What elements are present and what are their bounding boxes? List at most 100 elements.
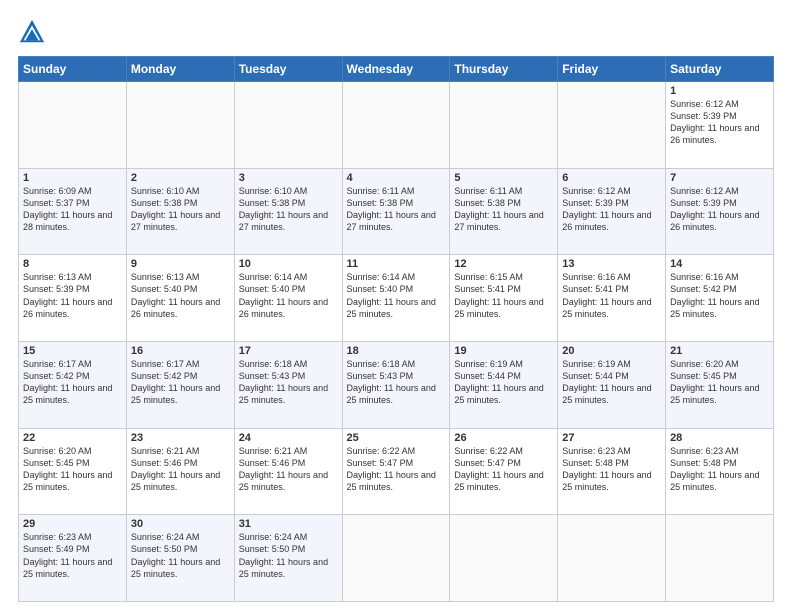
day-number: 8 xyxy=(23,258,122,270)
calendar-cell xyxy=(342,82,450,169)
calendar-cell: 24Sunrise: 6:21 AMSunset: 5:46 PMDayligh… xyxy=(234,428,342,515)
calendar-cell xyxy=(126,82,234,169)
day-number: 21 xyxy=(670,345,769,357)
day-info: Sunrise: 6:14 AMSunset: 5:40 PMDaylight:… xyxy=(347,271,446,320)
day-number: 6 xyxy=(562,172,661,184)
calendar-day-header: Wednesday xyxy=(342,57,450,82)
calendar-cell: 18Sunrise: 6:18 AMSunset: 5:43 PMDayligh… xyxy=(342,341,450,428)
calendar-cell: 12Sunrise: 6:15 AMSunset: 5:41 PMDayligh… xyxy=(450,255,558,342)
calendar-cell: 8Sunrise: 6:13 AMSunset: 5:39 PMDaylight… xyxy=(19,255,127,342)
calendar-day-header: Sunday xyxy=(19,57,127,82)
calendar-cell xyxy=(558,515,666,602)
calendar-week-row: 8Sunrise: 6:13 AMSunset: 5:39 PMDaylight… xyxy=(19,255,774,342)
day-number: 3 xyxy=(239,172,338,184)
calendar-cell xyxy=(19,82,127,169)
calendar-cell: 17Sunrise: 6:18 AMSunset: 5:43 PMDayligh… xyxy=(234,341,342,428)
day-number: 15 xyxy=(23,345,122,357)
day-info: Sunrise: 6:10 AMSunset: 5:38 PMDaylight:… xyxy=(239,185,338,234)
day-number: 26 xyxy=(454,432,553,444)
day-number: 10 xyxy=(239,258,338,270)
day-number: 19 xyxy=(454,345,553,357)
calendar-day-header: Tuesday xyxy=(234,57,342,82)
calendar-cell: 2Sunrise: 6:10 AMSunset: 5:38 PMDaylight… xyxy=(126,168,234,255)
calendar-cell xyxy=(342,515,450,602)
day-info: Sunrise: 6:15 AMSunset: 5:41 PMDaylight:… xyxy=(454,271,553,320)
day-info: Sunrise: 6:14 AMSunset: 5:40 PMDaylight:… xyxy=(239,271,338,320)
day-number: 17 xyxy=(239,345,338,357)
day-info: Sunrise: 6:18 AMSunset: 5:43 PMDaylight:… xyxy=(239,358,338,407)
day-info: Sunrise: 6:20 AMSunset: 5:45 PMDaylight:… xyxy=(23,445,122,494)
calendar-day-header: Monday xyxy=(126,57,234,82)
calendar-cell: 6Sunrise: 6:12 AMSunset: 5:39 PMDaylight… xyxy=(558,168,666,255)
day-info: Sunrise: 6:21 AMSunset: 5:46 PMDaylight:… xyxy=(239,445,338,494)
day-info: Sunrise: 6:16 AMSunset: 5:41 PMDaylight:… xyxy=(562,271,661,320)
day-number: 20 xyxy=(562,345,661,357)
day-info: Sunrise: 6:11 AMSunset: 5:38 PMDaylight:… xyxy=(347,185,446,234)
calendar-cell: 16Sunrise: 6:17 AMSunset: 5:42 PMDayligh… xyxy=(126,341,234,428)
day-number: 24 xyxy=(239,432,338,444)
day-info: Sunrise: 6:20 AMSunset: 5:45 PMDaylight:… xyxy=(670,358,769,407)
day-info: Sunrise: 6:17 AMSunset: 5:42 PMDaylight:… xyxy=(131,358,230,407)
calendar-cell: 11Sunrise: 6:14 AMSunset: 5:40 PMDayligh… xyxy=(342,255,450,342)
calendar-day-header: Friday xyxy=(558,57,666,82)
day-info: Sunrise: 6:22 AMSunset: 5:47 PMDaylight:… xyxy=(347,445,446,494)
calendar-cell: 1Sunrise: 6:09 AMSunset: 5:37 PMDaylight… xyxy=(19,168,127,255)
header xyxy=(18,18,774,46)
day-number: 2 xyxy=(131,172,230,184)
calendar-cell: 15Sunrise: 6:17 AMSunset: 5:42 PMDayligh… xyxy=(19,341,127,428)
calendar-week-row: 1Sunrise: 6:12 AMSunset: 5:39 PMDaylight… xyxy=(19,82,774,169)
calendar-day-header: Thursday xyxy=(450,57,558,82)
calendar-cell: 1Sunrise: 6:12 AMSunset: 5:39 PMDaylight… xyxy=(666,82,774,169)
day-info: Sunrise: 6:22 AMSunset: 5:47 PMDaylight:… xyxy=(454,445,553,494)
calendar-cell: 10Sunrise: 6:14 AMSunset: 5:40 PMDayligh… xyxy=(234,255,342,342)
day-info: Sunrise: 6:12 AMSunset: 5:39 PMDaylight:… xyxy=(670,98,769,147)
calendar-cell: 28Sunrise: 6:23 AMSunset: 5:48 PMDayligh… xyxy=(666,428,774,515)
calendar-cell: 25Sunrise: 6:22 AMSunset: 5:47 PMDayligh… xyxy=(342,428,450,515)
calendar-cell: 5Sunrise: 6:11 AMSunset: 5:38 PMDaylight… xyxy=(450,168,558,255)
day-number: 5 xyxy=(454,172,553,184)
day-info: Sunrise: 6:21 AMSunset: 5:46 PMDaylight:… xyxy=(131,445,230,494)
day-number: 7 xyxy=(670,172,769,184)
day-number: 1 xyxy=(670,85,769,97)
day-info: Sunrise: 6:13 AMSunset: 5:39 PMDaylight:… xyxy=(23,271,122,320)
calendar-week-row: 22Sunrise: 6:20 AMSunset: 5:45 PMDayligh… xyxy=(19,428,774,515)
calendar-cell: 14Sunrise: 6:16 AMSunset: 5:42 PMDayligh… xyxy=(666,255,774,342)
calendar-cell: 21Sunrise: 6:20 AMSunset: 5:45 PMDayligh… xyxy=(666,341,774,428)
day-number: 25 xyxy=(347,432,446,444)
calendar-cell: 7Sunrise: 6:12 AMSunset: 5:39 PMDaylight… xyxy=(666,168,774,255)
day-number: 27 xyxy=(562,432,661,444)
day-info: Sunrise: 6:23 AMSunset: 5:48 PMDaylight:… xyxy=(670,445,769,494)
calendar-cell: 29Sunrise: 6:23 AMSunset: 5:49 PMDayligh… xyxy=(19,515,127,602)
day-number: 11 xyxy=(347,258,446,270)
calendar-cell xyxy=(558,82,666,169)
day-number: 12 xyxy=(454,258,553,270)
day-number: 16 xyxy=(131,345,230,357)
day-info: Sunrise: 6:17 AMSunset: 5:42 PMDaylight:… xyxy=(23,358,122,407)
day-number: 9 xyxy=(131,258,230,270)
day-info: Sunrise: 6:13 AMSunset: 5:40 PMDaylight:… xyxy=(131,271,230,320)
calendar-cell: 31Sunrise: 6:24 AMSunset: 5:50 PMDayligh… xyxy=(234,515,342,602)
day-info: Sunrise: 6:19 AMSunset: 5:44 PMDaylight:… xyxy=(562,358,661,407)
calendar-week-row: 1Sunrise: 6:09 AMSunset: 5:37 PMDaylight… xyxy=(19,168,774,255)
calendar-table: SundayMondayTuesdayWednesdayThursdayFrid… xyxy=(18,56,774,602)
day-number: 29 xyxy=(23,518,122,530)
day-info: Sunrise: 6:12 AMSunset: 5:39 PMDaylight:… xyxy=(670,185,769,234)
calendar-week-row: 29Sunrise: 6:23 AMSunset: 5:49 PMDayligh… xyxy=(19,515,774,602)
day-number: 23 xyxy=(131,432,230,444)
day-info: Sunrise: 6:18 AMSunset: 5:43 PMDaylight:… xyxy=(347,358,446,407)
calendar-cell: 20Sunrise: 6:19 AMSunset: 5:44 PMDayligh… xyxy=(558,341,666,428)
calendar-cell xyxy=(450,515,558,602)
calendar-cell: 3Sunrise: 6:10 AMSunset: 5:38 PMDaylight… xyxy=(234,168,342,255)
calendar-cell: 30Sunrise: 6:24 AMSunset: 5:50 PMDayligh… xyxy=(126,515,234,602)
day-number: 14 xyxy=(670,258,769,270)
day-info: Sunrise: 6:12 AMSunset: 5:39 PMDaylight:… xyxy=(562,185,661,234)
day-info: Sunrise: 6:23 AMSunset: 5:49 PMDaylight:… xyxy=(23,531,122,580)
calendar-cell: 26Sunrise: 6:22 AMSunset: 5:47 PMDayligh… xyxy=(450,428,558,515)
calendar-week-row: 15Sunrise: 6:17 AMSunset: 5:42 PMDayligh… xyxy=(19,341,774,428)
calendar-cell: 23Sunrise: 6:21 AMSunset: 5:46 PMDayligh… xyxy=(126,428,234,515)
calendar-day-header: Saturday xyxy=(666,57,774,82)
day-number: 22 xyxy=(23,432,122,444)
calendar-cell: 22Sunrise: 6:20 AMSunset: 5:45 PMDayligh… xyxy=(19,428,127,515)
calendar-cell: 19Sunrise: 6:19 AMSunset: 5:44 PMDayligh… xyxy=(450,341,558,428)
day-info: Sunrise: 6:24 AMSunset: 5:50 PMDaylight:… xyxy=(239,531,338,580)
